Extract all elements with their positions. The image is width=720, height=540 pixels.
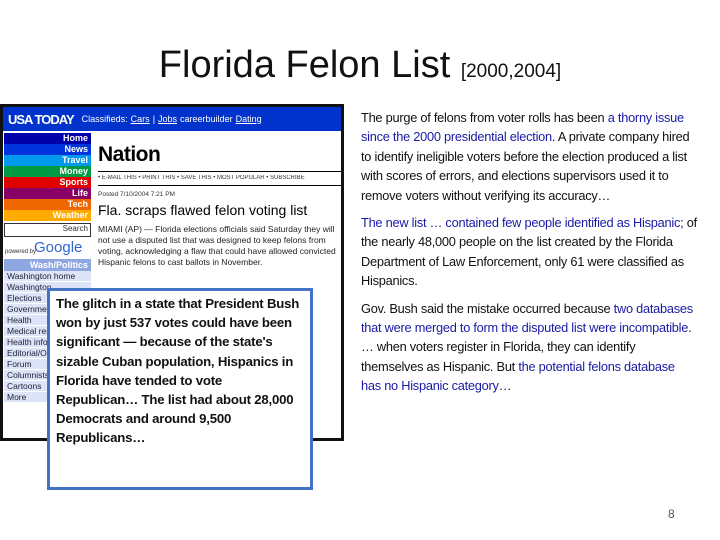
highlighted-text: The new list … contained few people iden…	[361, 215, 681, 231]
section-title: Nation	[98, 143, 161, 166]
nav-item: Money	[4, 166, 91, 177]
paragraph: The new list … contained few people iden…	[361, 213, 697, 291]
nav-item: Weather	[4, 210, 91, 221]
text: Gov. Bush said the mistake occurred beca…	[361, 300, 614, 316]
slide-title-years: [2000,2004]	[460, 61, 562, 82]
article-headline: Fla. scraps flawed felon voting list	[98, 202, 308, 218]
nav-item: Tech	[4, 199, 91, 210]
divider	[98, 171, 341, 172]
slide-title: Florida Felon List [2000,2004]	[158, 44, 562, 86]
text: …	[498, 378, 512, 394]
link-cars: Cars	[130, 114, 150, 124]
nav-item: Home	[4, 133, 91, 144]
text: The purge of felons from voter rolls has…	[361, 110, 608, 125]
paragraph: The purge of felons from voter rolls has…	[361, 108, 697, 205]
usatoday-article: Nation • E-MAIL THIS • PRINT THIS • SAVE…	[98, 143, 341, 268]
nav-item: Travel	[4, 155, 91, 166]
quote-text: The purge of felons from voter rolls has…	[361, 108, 697, 404]
search-input: Search	[4, 223, 91, 237]
google-logo: powered by Google	[5, 239, 83, 256]
page-number: 8	[668, 507, 675, 521]
link-dating: Dating	[235, 114, 262, 124]
article-tools: • E-MAIL THIS • PRINT THIS • SAVE THIS •…	[98, 175, 305, 181]
link-jobs: Jobs	[158, 114, 178, 124]
nav-item: Sports	[4, 177, 91, 188]
usatoday-topbar: USA TODAY Classifieds: Cars | Jobs caree…	[3, 107, 341, 131]
paragraph: Gov. Bush said the mistake occurred beca…	[361, 299, 697, 396]
nav-item: News	[4, 144, 91, 155]
callout-box: The glitch in a state that President Bus…	[47, 288, 313, 490]
nav-item: Life	[4, 188, 91, 199]
posted-date: Posted 7/10/2004 7:21 PM	[98, 191, 175, 198]
article-body: MIAMI (AP) — Florida elections officials…	[98, 224, 336, 267]
sidebar-link: Washington home	[4, 271, 91, 282]
usatoday-logo: USA TODAY	[8, 111, 75, 127]
divider	[98, 185, 341, 186]
